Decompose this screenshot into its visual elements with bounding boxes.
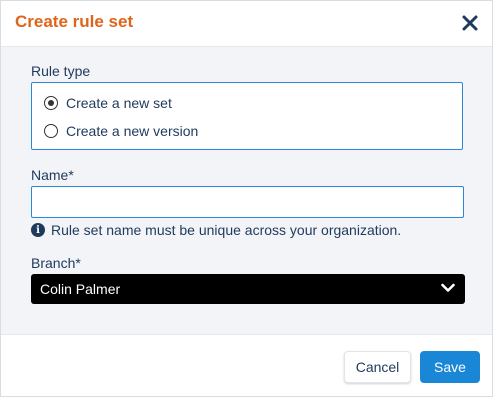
branch-select-value: Colin Palmer	[40, 281, 121, 297]
name-input[interactable]	[31, 186, 464, 218]
radio-label: Create a new version	[66, 123, 199, 139]
branch-label: Branch*	[31, 255, 81, 271]
close-icon	[462, 15, 478, 31]
dialog-header: Create rule set	[1, 1, 492, 47]
radio-label: Create a new set	[66, 95, 172, 111]
save-button[interactable]: Save	[420, 351, 480, 383]
dialog-title: Create rule set	[15, 12, 134, 31]
cancel-button[interactable]: Cancel	[344, 351, 411, 383]
rule-type-label: Rule type	[31, 63, 91, 79]
dialog-body: Rule type Create a new set Create a new …	[1, 47, 492, 334]
radio-create-new-version[interactable]: Create a new version	[44, 121, 198, 141]
radio-unchecked-icon	[44, 124, 58, 138]
rule-type-radio-group: Create a new set Create a new version	[31, 82, 463, 150]
name-label: Name*	[31, 167, 74, 183]
close-button[interactable]	[460, 13, 480, 33]
name-hint-text: Rule set name must be unique across your…	[51, 222, 402, 238]
branch-select[interactable]: Colin Palmer	[31, 274, 465, 304]
chevron-down-icon	[441, 283, 455, 292]
radio-checked-icon	[44, 96, 58, 110]
radio-create-new-set[interactable]: Create a new set	[44, 93, 172, 113]
info-icon: i	[31, 223, 45, 237]
name-hint: i Rule set name must be unique across yo…	[31, 222, 401, 238]
footer-divider	[1, 334, 492, 335]
create-rule-set-dialog: Create rule set Rule type Create a new s…	[0, 0, 493, 397]
